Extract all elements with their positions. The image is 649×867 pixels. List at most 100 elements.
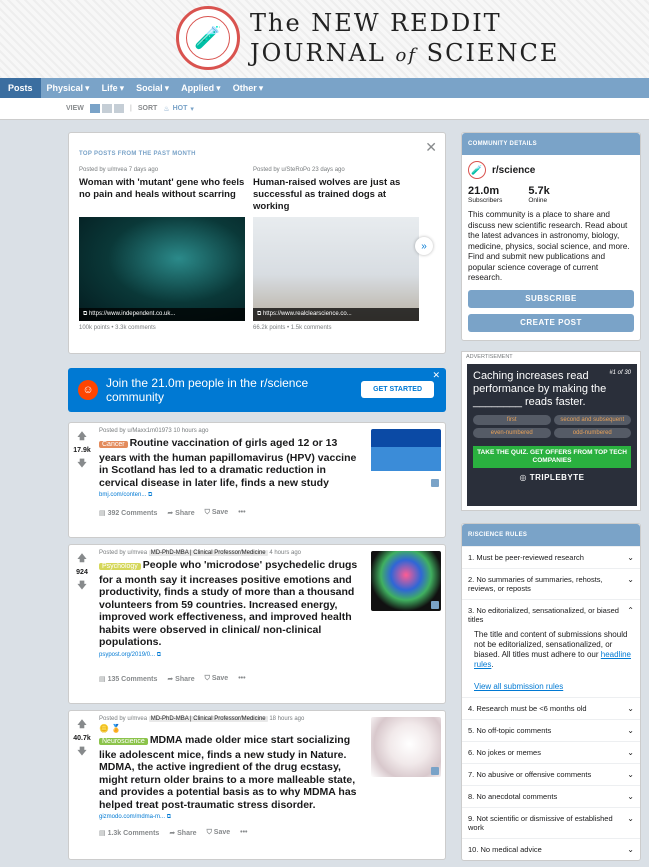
share-button[interactable]: ➦ Share	[167, 675, 194, 683]
vote-column: 🡅 40.7k 🡇	[69, 711, 95, 859]
downvote-icon[interactable]: 🡇	[77, 578, 86, 594]
post-image[interactable]: ⧉ https://www.realclearscience.co...	[253, 217, 419, 321]
post-stats: 100k points • 3.3k comments	[79, 325, 156, 331]
comments-button[interactable]: ▤ 135 Comments	[99, 675, 157, 683]
downvote-icon[interactable]: 🡇	[77, 744, 86, 760]
post-meta: Posted by u/mvea 7 days ago	[79, 167, 159, 173]
comment-icon: ▤	[99, 830, 108, 837]
upvote-icon[interactable]: 🡅	[77, 551, 86, 567]
upvote-icon[interactable]: 🡅	[77, 429, 86, 445]
post-link[interactable]: bmj.com/conten... ⧉	[99, 492, 365, 499]
ad-option[interactable]: first	[473, 414, 551, 425]
share-button[interactable]: ➦ Share	[169, 829, 196, 837]
post-card[interactable]: 🡅 17.9k 🡇 Posted by u/Maxx1m01973 10 hou…	[68, 422, 446, 538]
advertisement[interactable]: ADVERTISEMENT #1 of 30 Caching increases…	[461, 350, 641, 511]
comments-button[interactable]: ▤ 1.3k Comments	[99, 829, 159, 837]
close-icon[interactable]: ✕	[425, 139, 437, 156]
chevron-down-icon: ▾	[216, 82, 221, 93]
upvote-icon[interactable]: 🡅	[77, 717, 86, 733]
nav-applied[interactable]: Applied ▾	[175, 83, 227, 94]
external-link-icon	[431, 767, 439, 775]
next-arrow-icon[interactable]: »	[415, 237, 433, 255]
share-button[interactable]: ➦ Share	[167, 509, 194, 517]
rule-item[interactable]: 3. No editorialized, sensationalized, or…	[462, 598, 640, 630]
post-thumbnail[interactable]	[371, 429, 441, 489]
view-sort-toolbar: VIEW | SORT ♨ HOT ▾	[0, 98, 649, 120]
post-title[interactable]: Cancer Routine vaccination of girls aged …	[99, 437, 365, 489]
ad-option[interactable]: even-numbered	[473, 427, 551, 438]
rule-expanded-text: The title and content of submissions sho…	[474, 629, 631, 669]
post-image[interactable]: ⧉ https://www.independent.co.uk...	[79, 217, 245, 321]
rule-item[interactable]: 9. Not scientific or dismissive of estab…	[462, 806, 640, 838]
post-title[interactable]: Human-raised wolves are just as successf…	[253, 177, 419, 213]
subreddit-name[interactable]: r/science	[492, 165, 535, 176]
comment-icon: ▤	[99, 675, 108, 683]
rule-item[interactable]: 7. No abusive or offensive comments ⌄	[462, 762, 640, 785]
nav-life[interactable]: Life ▾	[96, 83, 131, 94]
nav-other[interactable]: Other ▾	[227, 83, 270, 94]
top-post-card[interactable]: Posted by u/mvea 7 days ago Woman with '…	[79, 167, 245, 331]
post-thumbnail[interactable]	[371, 717, 441, 777]
top-post-card[interactable]: Posted by u/SteRoPo 23 days ago Human-ra…	[253, 167, 419, 331]
share-icon: ➦	[167, 675, 176, 683]
rules-widget: R/SCIENCE RULES 1. Must be peer-reviewed…	[461, 522, 641, 861]
ad-option[interactable]: second and subsequent	[553, 414, 631, 425]
close-icon[interactable]: ✕	[432, 370, 440, 381]
save-button[interactable]: ⛉ Save	[207, 829, 231, 837]
rule-item[interactable]: 5. No off-topic comments ⌄	[462, 718, 640, 741]
get-started-button[interactable]: GET STARTED	[361, 381, 434, 398]
more-options-icon[interactable]: •••	[238, 509, 245, 517]
view-all-rules-link[interactable]: View all submission rules	[462, 676, 640, 697]
comments-button[interactable]: ▤ 392 Comments	[99, 509, 157, 517]
divider: |	[129, 105, 132, 112]
more-options-icon[interactable]: •••	[240, 829, 247, 837]
nav-physical[interactable]: Physical ▾	[41, 83, 96, 94]
sort-dropdown[interactable]: ♨ HOT ▾	[163, 105, 194, 113]
bookmark-icon: ⛉	[204, 674, 212, 682]
save-button[interactable]: ⛉ Save	[205, 509, 229, 517]
rule-item[interactable]: 10. No medical advice ⌄	[462, 837, 640, 860]
view-mode-toggle	[89, 104, 124, 113]
post-card[interactable]: 🡅 924 🡇 Posted by u/mvea MD-PhD-MBA | Cl…	[68, 544, 446, 704]
post-link[interactable]: ⧉ https://www.realclearscience.co...	[253, 308, 419, 321]
chevron-down-icon: ⌄	[627, 844, 634, 854]
downvote-icon[interactable]: 🡇	[77, 456, 86, 472]
rule-item[interactable]: 2. No summaries of summaries, rehosts, r…	[462, 567, 640, 599]
post-tag: Neuroscience	[99, 738, 148, 745]
community-details: COMMUNITY DETAILS 🧪 r/science 21.0m Subscr…	[461, 132, 641, 341]
rule-item[interactable]: 1. Must be peer-reviewed research ⌄	[462, 545, 640, 568]
more-options-icon[interactable]: •••	[238, 675, 245, 683]
classic-view-icon[interactable]	[101, 104, 112, 113]
chevron-down-icon: ⌄	[627, 791, 634, 801]
post-thumbnail[interactable]	[371, 551, 441, 611]
ad-creative[interactable]: #1 of 30 Caching increases read performa…	[467, 363, 637, 506]
sidebar: COMMUNITY DETAILS 🧪 r/science 21.0m Subscr…	[461, 132, 641, 861]
chevron-down-icon: ▾	[164, 82, 170, 93]
rule-item[interactable]: 8. No anecdotal comments ⌄	[462, 784, 640, 807]
bookmark-icon: ⛉	[206, 829, 214, 836]
post-link[interactable]: psypost.org/2019/0... ⧉	[99, 652, 365, 659]
post-title[interactable]: Woman with 'mutant' gene who feels no pa…	[79, 177, 245, 213]
subscribe-button[interactable]: SUBSCRIBE	[468, 289, 634, 308]
chevron-down-icon: ▾	[190, 105, 194, 113]
nav-posts[interactable]: Posts	[0, 78, 41, 98]
rule-item[interactable]: 4. Research must be <6 months old ⌄	[462, 696, 640, 719]
vote-column: 🡅 17.9k 🡇	[69, 423, 95, 537]
post-title[interactable]: Neuroscience MDMA made older mice start s…	[99, 734, 365, 811]
post-link[interactable]: gizmodo.com/mdma-m... ⧉	[99, 814, 365, 821]
post-link[interactable]: ⧉ https://www.independent.co.uk...	[79, 308, 245, 321]
create-post-button[interactable]: CREATE POST	[468, 313, 634, 332]
external-link-icon: ⧉	[148, 492, 153, 498]
ad-option[interactable]: odd-numbered	[553, 427, 631, 438]
vote-count: 924	[76, 569, 88, 576]
rule-item[interactable]: 6. No jokes or memes ⌄	[462, 740, 640, 763]
chevron-down-icon: ⌄	[627, 552, 634, 562]
chevron-down-icon: ⌄	[627, 725, 634, 735]
card-view-icon[interactable]	[89, 104, 100, 113]
post-card[interactable]: 🡅 40.7k 🡇 Posted by u/mvea MD-PhD-MBA | …	[68, 710, 446, 860]
nav-social[interactable]: Social ▾	[130, 83, 175, 94]
save-button[interactable]: ⛉ Save	[205, 675, 229, 683]
compact-view-icon[interactable]	[113, 104, 124, 113]
ad-cta-button[interactable]: TAKE THE QUIZ. GET OFFERS FROM TOP TECH …	[473, 445, 631, 468]
post-title[interactable]: Psychology People who 'microdose' psyched…	[99, 559, 365, 649]
